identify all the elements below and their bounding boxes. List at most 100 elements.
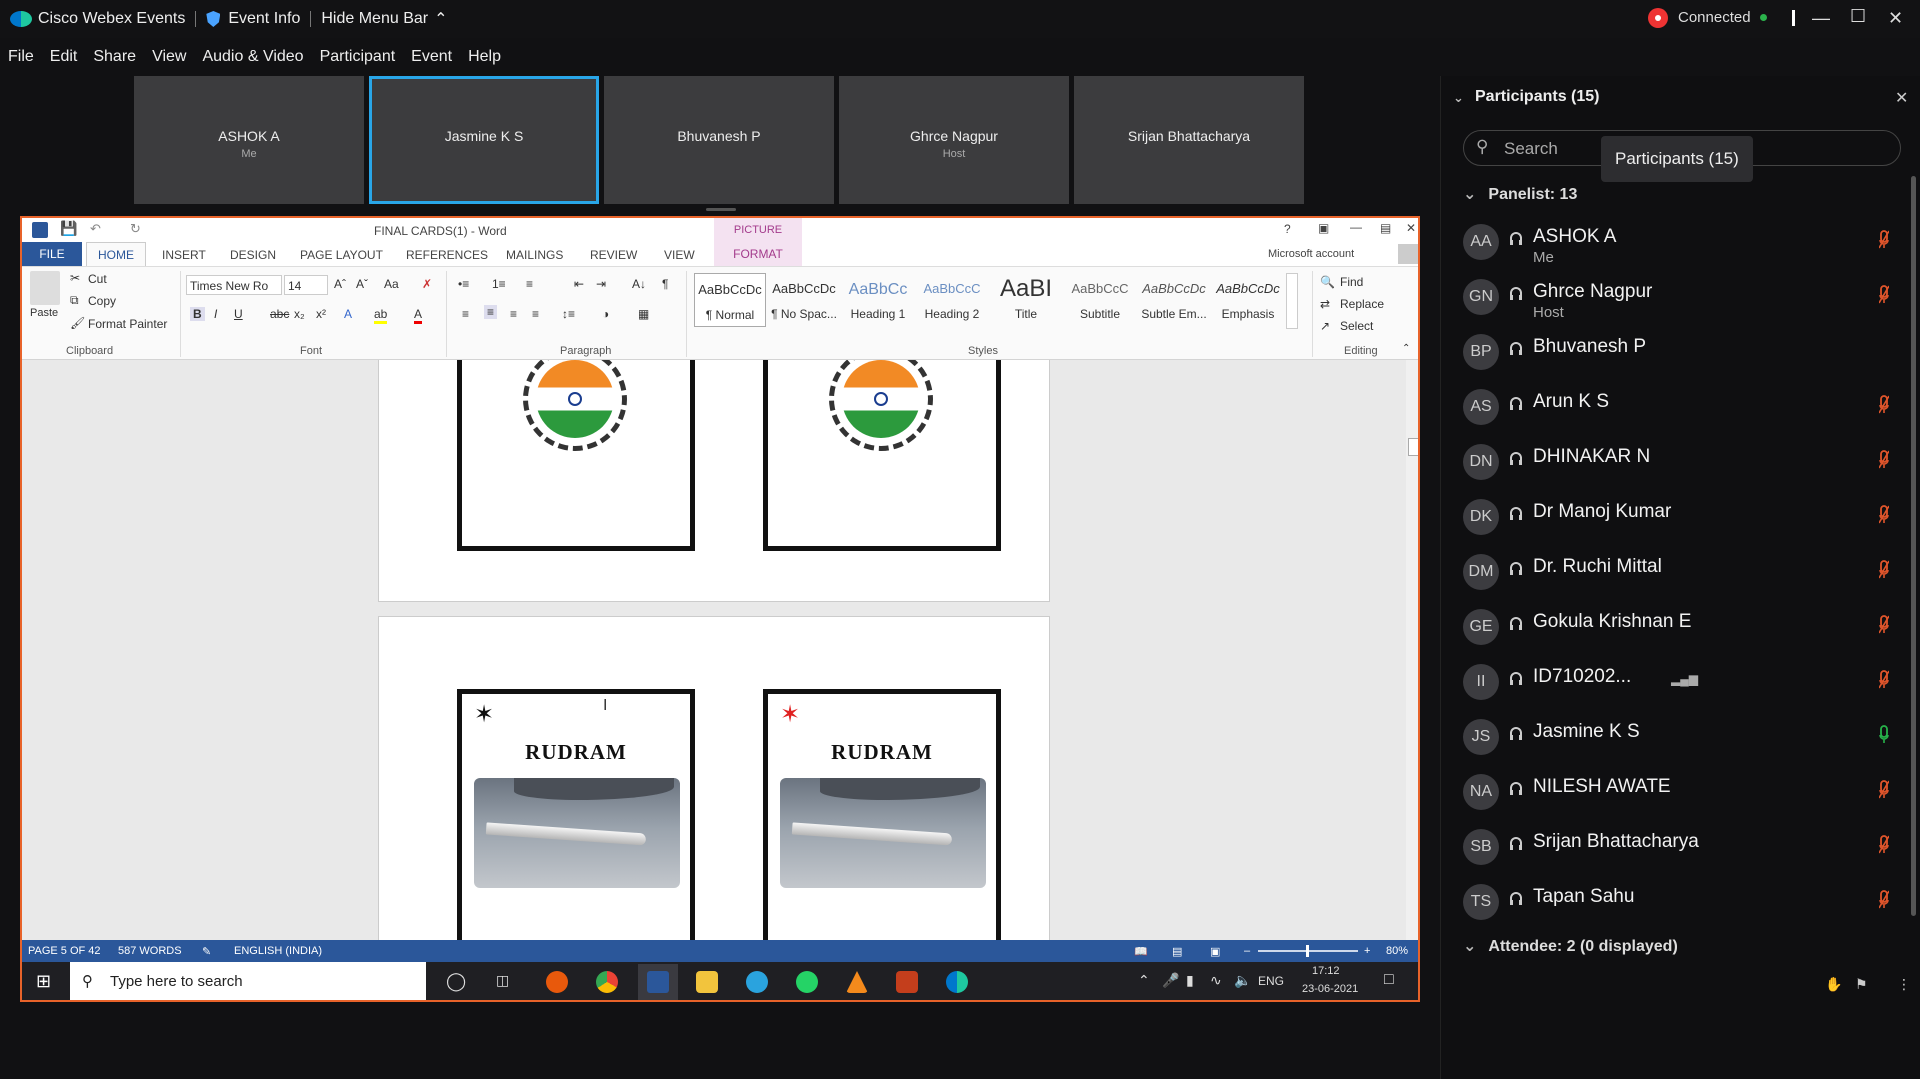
tab-review[interactable]: REVIEW — [590, 248, 637, 262]
participant-row[interactable]: GN Ghrce Nagpur Host — [1463, 271, 1903, 326]
more-options-icon[interactable]: ⋮ — [1897, 976, 1911, 993]
borders-icon[interactable]: ▦ — [638, 307, 649, 321]
tab-home[interactable]: HOME — [86, 242, 146, 267]
redo-icon[interactable]: ↻ — [130, 221, 141, 237]
clock-time[interactable]: 17:12 — [1312, 965, 1340, 977]
font-name-select[interactable]: Times New Ro — [186, 275, 282, 295]
ribbon-display-icon[interactable]: ▣ — [1318, 221, 1329, 235]
justify-icon[interactable]: ≡ — [532, 307, 539, 321]
participant-row[interactable]: JS Jasmine K S — [1463, 711, 1903, 766]
account-avatar[interactable] — [1398, 244, 1418, 264]
video-tile[interactable]: ASHOK A Me — [134, 76, 364, 204]
menu-audio-video[interactable]: Audio & Video — [194, 44, 311, 70]
mic-muted-icon[interactable] — [1879, 615, 1889, 635]
print-layout-icon[interactable]: ▤ — [1172, 945, 1182, 958]
zoom-out-icon[interactable]: – — [1244, 945, 1250, 957]
find-button[interactable]: Find — [1340, 275, 1363, 289]
tab-page-layout[interactable]: PAGE LAYOUT — [300, 248, 383, 262]
increase-indent-icon[interactable]: ⇥ — [596, 277, 606, 291]
file-explorer-icon[interactable] — [696, 971, 718, 993]
style-title[interactable]: AaBI Title — [990, 273, 1062, 327]
bold-button[interactable]: B — [190, 307, 205, 321]
clear-formatting-icon[interactable]: ✗ — [422, 277, 432, 291]
wifi-icon[interactable]: ∿ — [1210, 972, 1222, 989]
whatsapp-icon[interactable] — [796, 971, 818, 993]
vlc-icon[interactable] — [846, 971, 868, 993]
restore-icon[interactable]: ▤ — [1380, 221, 1391, 235]
notifications-icon[interactable]: □ — [1384, 971, 1394, 989]
participant-row[interactable]: DN DHINAKAR N — [1463, 436, 1903, 491]
task-view-icon[interactable]: ◫ — [496, 972, 509, 989]
collapse-ribbon-icon[interactable]: ⌃ — [1402, 343, 1410, 354]
vertical-scrollbar[interactable] — [1406, 360, 1418, 940]
web-layout-icon[interactable]: ▣ — [1210, 945, 1220, 958]
menu-participant[interactable]: Participant — [312, 44, 404, 70]
mic-muted-icon[interactable] — [1879, 780, 1889, 800]
shading-icon[interactable]: ◑ — [602, 307, 609, 321]
video-tile[interactable]: Bhuvanesh P — [604, 76, 834, 204]
style-heading-1[interactable]: AaBbCc Heading 1 — [842, 273, 914, 327]
tab-view[interactable]: VIEW — [664, 248, 695, 262]
styles-scroll[interactable] — [1286, 273, 1298, 329]
format-painter-button[interactable]: Format Painter — [88, 317, 167, 331]
subscript-button[interactable]: x₂ — [294, 307, 305, 321]
chrome-icon[interactable] — [596, 971, 618, 993]
zoom-slider[interactable] — [1258, 945, 1358, 957]
numbering-icon[interactable]: 1≡ — [492, 277, 506, 291]
telegram-icon[interactable] — [746, 971, 768, 993]
zoom-level[interactable]: 80% — [1386, 945, 1408, 957]
mic-muted-icon[interactable] — [1879, 670, 1889, 690]
recording-icon[interactable] — [1648, 8, 1668, 28]
close-icon[interactable]: ✕ — [1406, 221, 1416, 235]
minimize-icon[interactable]: — — [1812, 8, 1830, 29]
tab-format[interactable]: FORMAT — [714, 242, 802, 266]
superscript-button[interactable]: x² — [316, 307, 326, 321]
read-mode-icon[interactable]: 📖 — [1134, 945, 1148, 958]
participant-row[interactable]: DK Dr Manoj Kumar — [1463, 491, 1903, 546]
input-language[interactable]: ENG — [1258, 974, 1284, 988]
event-info-button[interactable]: Event Info — [196, 0, 310, 38]
minimize-icon[interactable]: — — [1350, 220, 1362, 234]
participant-row[interactable]: GE Gokula Krishnan E — [1463, 601, 1903, 656]
style-subtitle[interactable]: AaBbCcC Subtitle — [1064, 273, 1136, 327]
line-spacing-icon[interactable]: ↕≡ — [562, 307, 575, 321]
chevron-up-icon[interactable]: ⌃ — [1138, 972, 1150, 989]
volume-icon[interactable]: 🔈 — [1234, 972, 1251, 989]
decrease-indent-icon[interactable]: ⇤ — [574, 277, 584, 291]
copy-button[interactable]: Copy — [88, 294, 116, 308]
mic-muted-icon[interactable] — [1879, 560, 1889, 580]
participant-row[interactable]: AS Arun K S — [1463, 381, 1903, 436]
mic-muted-icon[interactable] — [1879, 230, 1889, 250]
font-color-icon[interactable]: A — [414, 307, 423, 324]
clock-date[interactable]: 23-06-2021 — [1302, 983, 1358, 995]
show-marks-icon[interactable]: ¶ — [662, 277, 668, 291]
firefox-icon[interactable] — [546, 971, 568, 993]
hide-menu-bar-button[interactable]: Hide Menu Bar ⌃ — [311, 0, 457, 38]
account-label[interactable]: Microsoft account — [1268, 248, 1354, 260]
participant-row[interactable]: NA NILESH AWATE — [1463, 766, 1903, 821]
style-emphasis[interactable]: AaBbCcDc Emphasis — [1212, 273, 1284, 327]
raise-hand-icon[interactable]: ✋ — [1825, 976, 1842, 993]
mic-muted-icon[interactable] — [1879, 835, 1889, 855]
menu-edit[interactable]: Edit — [42, 44, 86, 70]
word-taskbar-button[interactable] — [638, 964, 678, 1000]
powerpoint-icon[interactable] — [896, 971, 918, 993]
tab-mailings[interactable]: MAILINGS — [506, 248, 563, 262]
participants-scrollbar[interactable] — [1911, 176, 1916, 916]
bullets-icon[interactable]: •≡ — [458, 277, 469, 291]
help-icon[interactable]: ? — [1284, 222, 1291, 236]
mic-muted-icon[interactable] — [1879, 450, 1889, 470]
attendee-section-header[interactable]: ⌄ Attendee: 2 (0 displayed) — [1463, 936, 1678, 956]
text-effects-icon[interactable]: A — [344, 307, 352, 321]
webex-taskbar-icon[interactable] — [946, 971, 968, 993]
proofing-icon[interactable]: ✎ — [202, 945, 211, 958]
mic-muted-icon[interactable] — [1879, 890, 1889, 910]
underline-button[interactable]: U — [234, 307, 243, 321]
align-center-icon[interactable]: ≡ — [484, 305, 498, 319]
video-tile-active-speaker[interactable]: Jasmine K S — [369, 76, 599, 204]
sort-icon[interactable]: A↓ — [632, 277, 646, 291]
multilevel-list-icon[interactable]: ≡ — [526, 277, 533, 291]
taskbar-search[interactable]: ⚲ Type here to search — [70, 962, 426, 1000]
battery-icon[interactable]: ▮ — [1186, 972, 1194, 989]
cortana-icon[interactable]: ◯ — [446, 971, 466, 992]
